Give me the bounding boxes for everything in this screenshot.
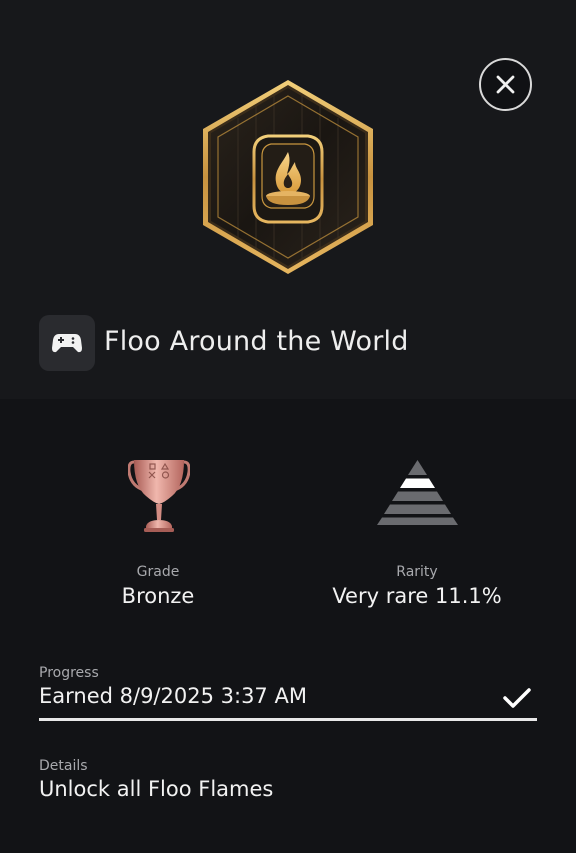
- details-value: Unlock all Floo Flames: [39, 777, 274, 801]
- progress-label: Progress: [39, 665, 99, 681]
- rarity-value: Very rare 11.1%: [332, 584, 502, 608]
- details-label: Details: [39, 758, 88, 774]
- grade-value: Bronze: [121, 584, 195, 608]
- gamepad-icon: [52, 334, 82, 353]
- progress-value: Earned 8/9/2025 3:37 AM: [39, 684, 307, 708]
- close-icon: [496, 75, 515, 94]
- trophy-artwork-image: [203, 80, 373, 274]
- checkmark-icon: [503, 688, 531, 708]
- bronze-trophy-icon: [128, 460, 190, 532]
- game-icon-tile: [39, 315, 95, 371]
- grade-label: Grade: [136, 564, 180, 580]
- progress-divider: [39, 718, 537, 721]
- rarity-label: Rarity: [396, 564, 438, 580]
- rarity-pyramid-icon: [377, 460, 458, 525]
- trophy-title: Floo Around the World: [104, 326, 409, 357]
- close-button[interactable]: [479, 58, 532, 111]
